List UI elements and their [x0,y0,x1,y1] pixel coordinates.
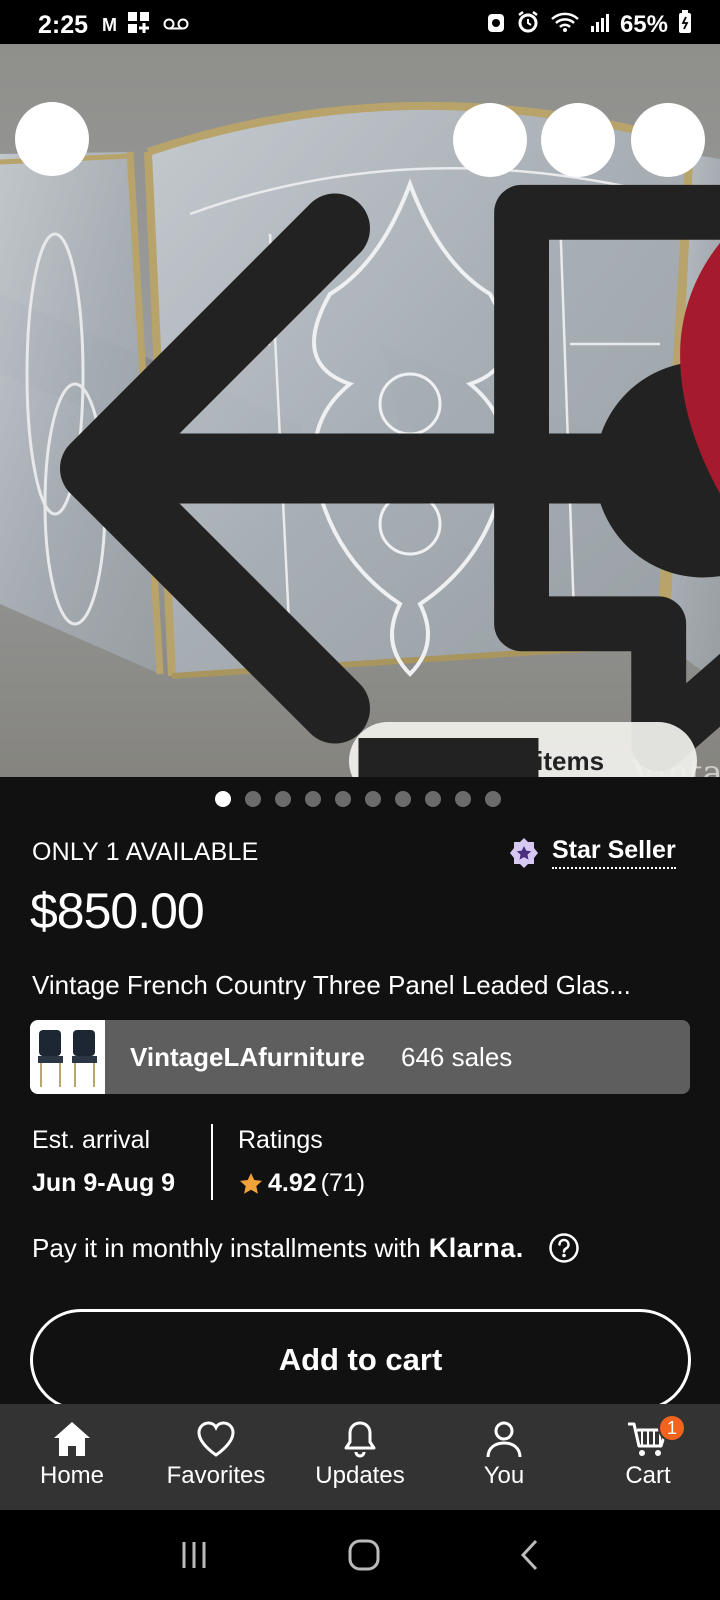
shop-card[interactable]: VintageLAfurniture 646 sales [30,1020,690,1094]
signal-icon [590,11,610,39]
cart-count-badge: 1 [658,1414,686,1442]
carousel-dot[interactable] [455,791,471,807]
klarna-financing: Pay it in monthly installments with Klar… [32,1232,580,1264]
nav-label: Cart [625,1462,671,1489]
carousel-dot[interactable] [335,791,351,807]
bottom-navigation: Home Favorites Updates You 1 Cart [0,1404,720,1510]
add-to-cart-button[interactable]: Add to cart [30,1309,691,1411]
person-icon [486,1421,522,1458]
price: $850.00 [30,883,205,939]
message-seller-button[interactable] [453,103,720,772]
system-navigation-bar [0,1510,720,1600]
apps-icon [127,11,153,40]
carousel-dot[interactable] [485,791,501,807]
heart-icon [197,1421,235,1457]
carousel-dot[interactable] [275,791,291,807]
data-saver-icon [486,10,506,41]
system-back-icon[interactable] [518,1538,542,1572]
status-bar: 2:25 M 65% [0,0,720,50]
carousel-dot[interactable] [245,791,261,807]
bell-icon [344,1421,376,1458]
alarm-icon [516,10,540,41]
nav-label: Updates [315,1462,405,1489]
status-time: 2:25 [38,10,89,39]
battery-percent: 65% [619,11,668,38]
heart-filled-icon [680,243,720,494]
carousel-dot[interactable] [365,791,381,807]
nav-label: Favorites [166,1462,266,1489]
carousel-dot[interactable] [425,791,441,807]
back-button[interactable] [15,102,720,744]
estimated-arrival: Est. arrival Jun 9-Aug 9 [32,1126,175,1198]
divider [211,1124,213,1200]
nav-item-updates[interactable]: Updates [288,1404,432,1510]
carousel-dot[interactable] [395,791,411,807]
nav-label: Home [39,1462,105,1489]
arrival-label: Est. arrival [32,1126,151,1154]
nav-item-home[interactable]: Home [0,1404,144,1510]
share-button[interactable] [541,103,720,578]
klarna-logo: Klarna. [428,1232,524,1263]
star-icon [240,1172,262,1194]
ratings-label: Ratings [238,1126,323,1154]
availability-label: ONLY 1 AVAILABLE [32,838,259,866]
wifi-icon [550,11,580,40]
carousel-dot[interactable] [305,791,321,807]
shop-name: VintageLAfurniture [130,1041,365,1072]
product-image-carousel[interactable]: Vintage L Find similar items [0,44,720,777]
home-button-icon[interactable] [347,1538,381,1572]
star-seller-badge[interactable]: Star Seller [508,836,676,869]
nav-item-favorites[interactable]: Favorites [144,1404,288,1510]
listing-title[interactable]: Vintage French Country Three Panel Leade… [32,970,692,1001]
shop-sales: 646 sales [400,1041,513,1072]
arrival-value: Jun 9-Aug 9 [32,1169,176,1197]
nav-label: You [483,1462,525,1489]
carousel-dot[interactable] [215,791,231,807]
visual-search-icon [358,737,539,777]
battery-icon [678,9,692,41]
carousel-indicator [0,791,718,807]
recent-apps-icon[interactable] [178,1540,210,1570]
help-icon[interactable] [548,1232,580,1264]
shop-avatar [30,1020,105,1094]
favorite-button[interactable] [631,103,720,494]
ratings-summary[interactable]: Ratings 4.92 (71) [238,1126,365,1198]
gmail-icon: M [102,14,118,35]
star-seller-label: Star Seller [552,836,676,869]
nav-item-you[interactable]: You [432,1404,576,1510]
ratings-count: (71) [320,1169,366,1197]
home-icon [54,1422,90,1456]
nav-item-cart[interactable]: 1 Cart [576,1404,720,1510]
star-seller-icon [510,837,538,868]
find-similar-button[interactable]: Find similar items [349,722,697,777]
klarna-text: Pay it in monthly installments with [32,1232,421,1263]
ratings-score: 4.92 [268,1169,317,1197]
voicemail-icon [163,15,189,36]
